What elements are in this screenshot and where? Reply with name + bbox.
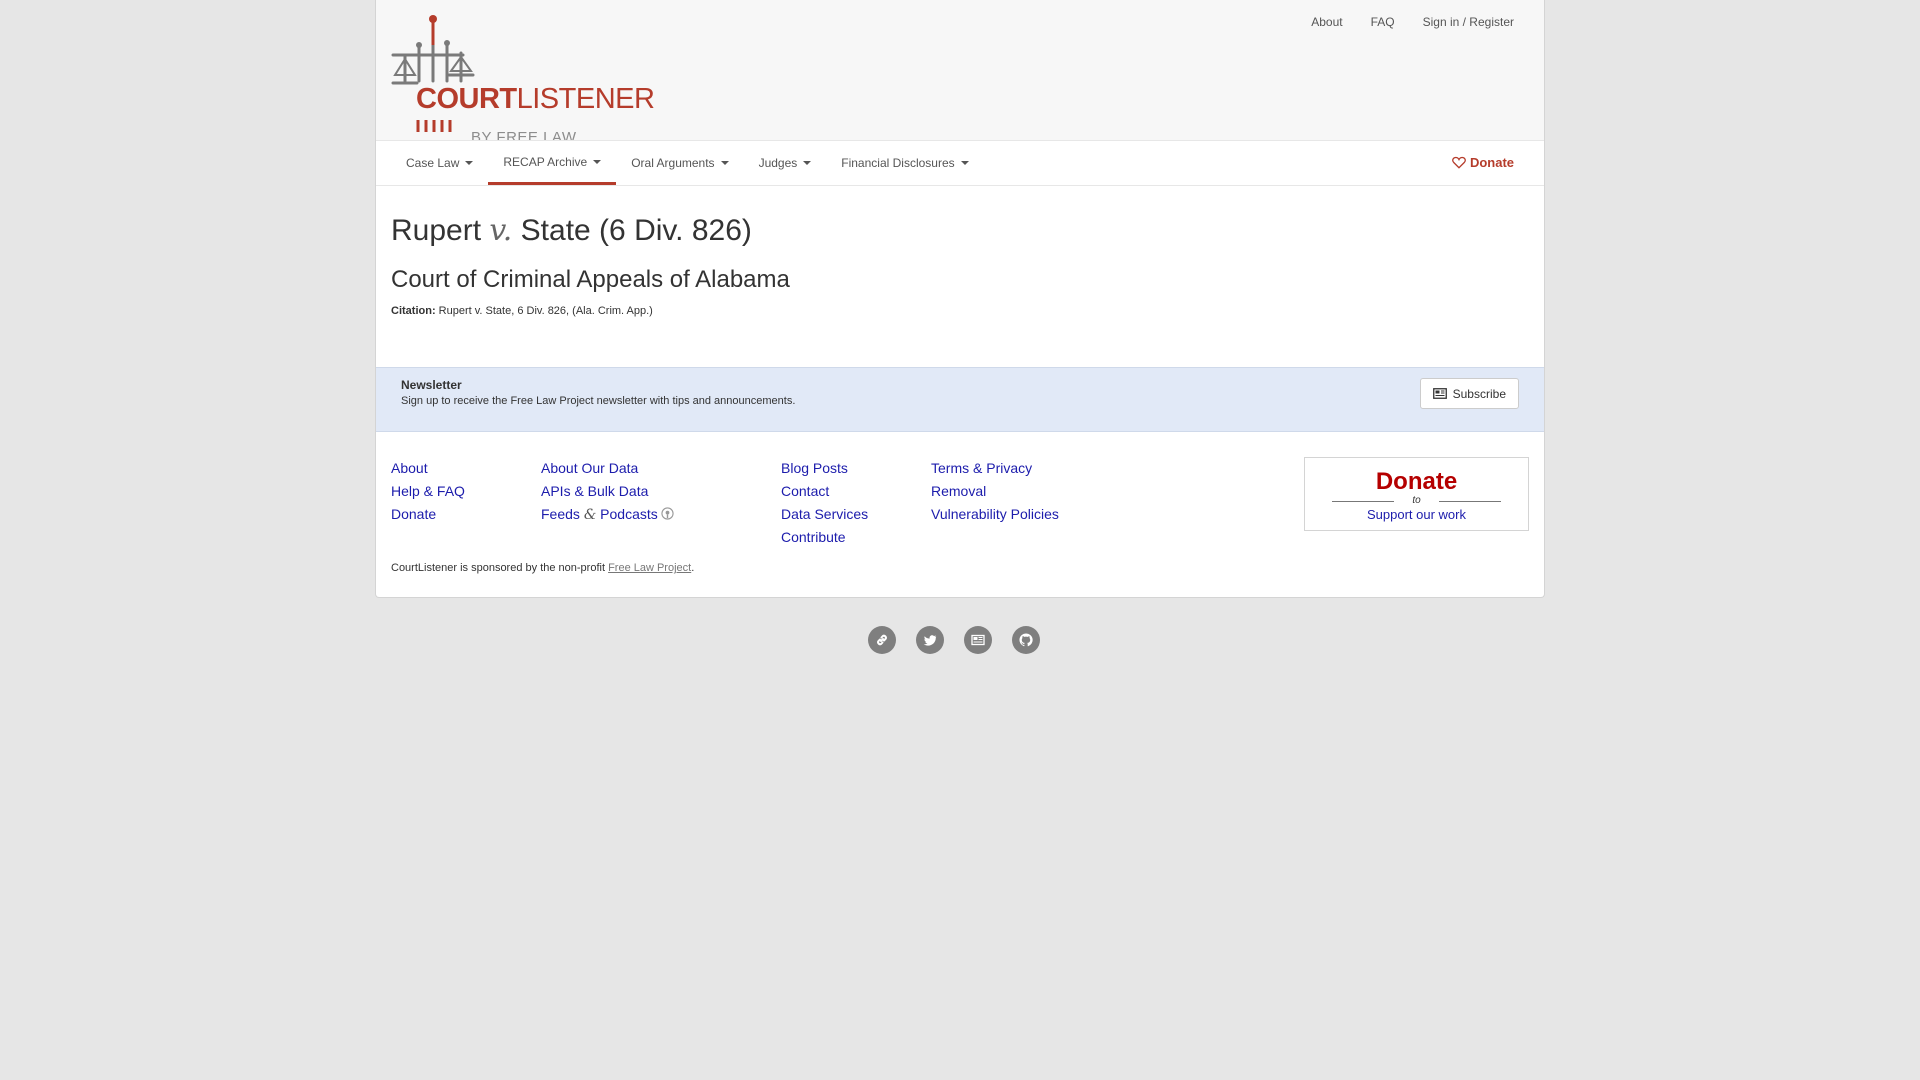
footer-link-vulnerability[interactable]: Vulnerability Policies — [931, 503, 1059, 526]
case-title-vs: v. — [489, 213, 513, 248]
newspaper-icon — [1432, 388, 1447, 400]
nav-recap-archive-label: RECAP Archive — [503, 154, 588, 169]
footer-col-4: Terms & Privacy Removal Vulnerability Po… — [931, 457, 1059, 526]
subscribe-button[interactable]: Subscribe — [1419, 378, 1519, 410]
case-content: Rupert v. State (6 Div. 826) Court of Cr… — [376, 186, 1544, 357]
social-links — [868, 626, 1040, 654]
citation-value: Rupert v. State, 6 Div. 826, (Ala. Crim.… — [438, 305, 653, 318]
heart-icon — [1452, 156, 1466, 169]
newsletter-title: Newsletter — [401, 378, 462, 393]
footer-link-about[interactable]: About — [391, 457, 465, 480]
footer-link-contact[interactable]: Contact — [781, 480, 868, 503]
donate-box-to: to — [1332, 495, 1501, 507]
main-nav: Case Law RECAP Archive Oral Arguments Ju… — [376, 140, 1544, 186]
link-icon[interactable] — [868, 626, 896, 654]
footer-link-data-services[interactable]: Data Services — [781, 503, 868, 526]
court-name: Court of Criminal Appeals of Alabama — [391, 266, 790, 293]
footer-col-2: About Our Data APIs & Bulk Data Feeds & … — [541, 457, 674, 527]
footer-link-help-faq[interactable]: Help & FAQ — [391, 480, 465, 503]
podcast-icon — [661, 507, 674, 521]
top-link-signin[interactable]: Sign in / Register — [1423, 15, 1514, 29]
nav-case-law[interactable]: Case Law — [391, 141, 488, 185]
newsletter-banner: Newsletter Sign up to receive the Free L… — [376, 367, 1544, 433]
subscribe-label: Subscribe — [1452, 386, 1506, 401]
sponsor-suffix: . — [691, 562, 695, 575]
caret-down-icon — [720, 161, 729, 165]
case-title-party-b: State (6 Div. 826) — [520, 214, 752, 247]
site-footer: About Help & FAQ Donate About Our Data A… — [376, 432, 1544, 597]
caret-down-icon — [465, 161, 474, 165]
nav-donate-link[interactable]: Donate — [1452, 155, 1514, 170]
logo-word-listener: LISTENER — [516, 83, 655, 115]
footer-donate-box[interactable]: Donate to Support our work — [1304, 457, 1529, 532]
nav-oral-arguments[interactable]: Oral Arguments — [616, 141, 743, 185]
logo-wordmark: COURTLISTENER — [416, 83, 655, 115]
caret-down-icon — [803, 161, 812, 165]
caret-down-icon — [960, 161, 969, 165]
nav-donate-label: Donate — [1469, 155, 1514, 170]
newsletter-text: Sign up to receive the Free Law Project … — [401, 395, 796, 408]
nav-financial-disclosures[interactable]: Financial Disclosures — [826, 141, 983, 185]
page-container: COURTLISTENER BY FREE.LAW About FAQ Sign… — [375, 0, 1545, 599]
footer-link-donate[interactable]: Donate — [391, 503, 465, 526]
footer-link-blog[interactable]: Blog Posts — [781, 457, 868, 480]
scales-logo-icon — [391, 15, 475, 132]
twitter-icon[interactable] — [916, 626, 944, 654]
courtlistener-logo[interactable]: COURTLISTENER BY FREE.LAW — [391, 15, 661, 145]
footer-link-feeds-podcasts[interactable]: Feeds & Podcasts — [541, 503, 674, 527]
nav-judges[interactable]: Judges — [744, 141, 827, 185]
footer-col-3: Blog Posts Contact Data Services Contrib… — [781, 457, 868, 549]
footer-link-apis[interactable]: APIs & Bulk Data — [541, 480, 674, 503]
caret-down-icon — [593, 159, 602, 164]
site-header: COURTLISTENER BY FREE.LAW About FAQ Sign… — [376, 0, 1544, 145]
nav-financial-disclosures-label: Financial Disclosures — [841, 156, 955, 170]
github-icon[interactable] — [1012, 626, 1040, 654]
case-title-party-a: Rupert — [391, 214, 482, 247]
top-links: About FAQ Sign in / Register — [1283, 15, 1514, 29]
footer-col-1: About Help & FAQ Donate — [391, 457, 465, 526]
case-title: Rupert v. State (6 Div. 826) — [391, 214, 1529, 247]
footer-link-about-data[interactable]: About Our Data — [541, 457, 674, 480]
top-link-faq[interactable]: FAQ — [1371, 15, 1395, 29]
nav-case-law-label: Case Law — [406, 156, 460, 170]
nav-oral-arguments-label: Oral Arguments — [631, 156, 715, 170]
sponsor-text: CourtListener is sponsored by the non-pr… — [391, 562, 694, 574]
nav-judges-label: Judges — [758, 156, 798, 170]
footer-link-contribute[interactable]: Contribute — [781, 526, 868, 549]
citation: Citation: Rupert v. State, 6 Div. 826, (… — [391, 305, 1529, 317]
donate-box-support: Support our work — [1367, 507, 1466, 523]
footer-link-terms[interactable]: Terms & Privacy — [931, 457, 1059, 480]
podcasts-label: Podcasts — [600, 506, 658, 523]
nav-recap-archive[interactable]: RECAP Archive — [488, 141, 617, 185]
feeds-label: Feeds — [541, 506, 580, 523]
ampersand: & — [583, 507, 597, 524]
logo-word-court: COURT — [416, 83, 517, 115]
donate-box-title: Donate — [1375, 468, 1458, 496]
free-law-project-link[interactable]: Free Law Project — [608, 562, 691, 574]
footer-link-removal[interactable]: Removal — [931, 480, 1059, 503]
top-link-about[interactable]: About — [1311, 15, 1342, 29]
citation-label: Citation: — [391, 305, 436, 318]
sponsor-prefix: CourtListener is sponsored by the non-pr… — [391, 562, 609, 575]
newsletter-icon[interactable] — [964, 626, 992, 654]
